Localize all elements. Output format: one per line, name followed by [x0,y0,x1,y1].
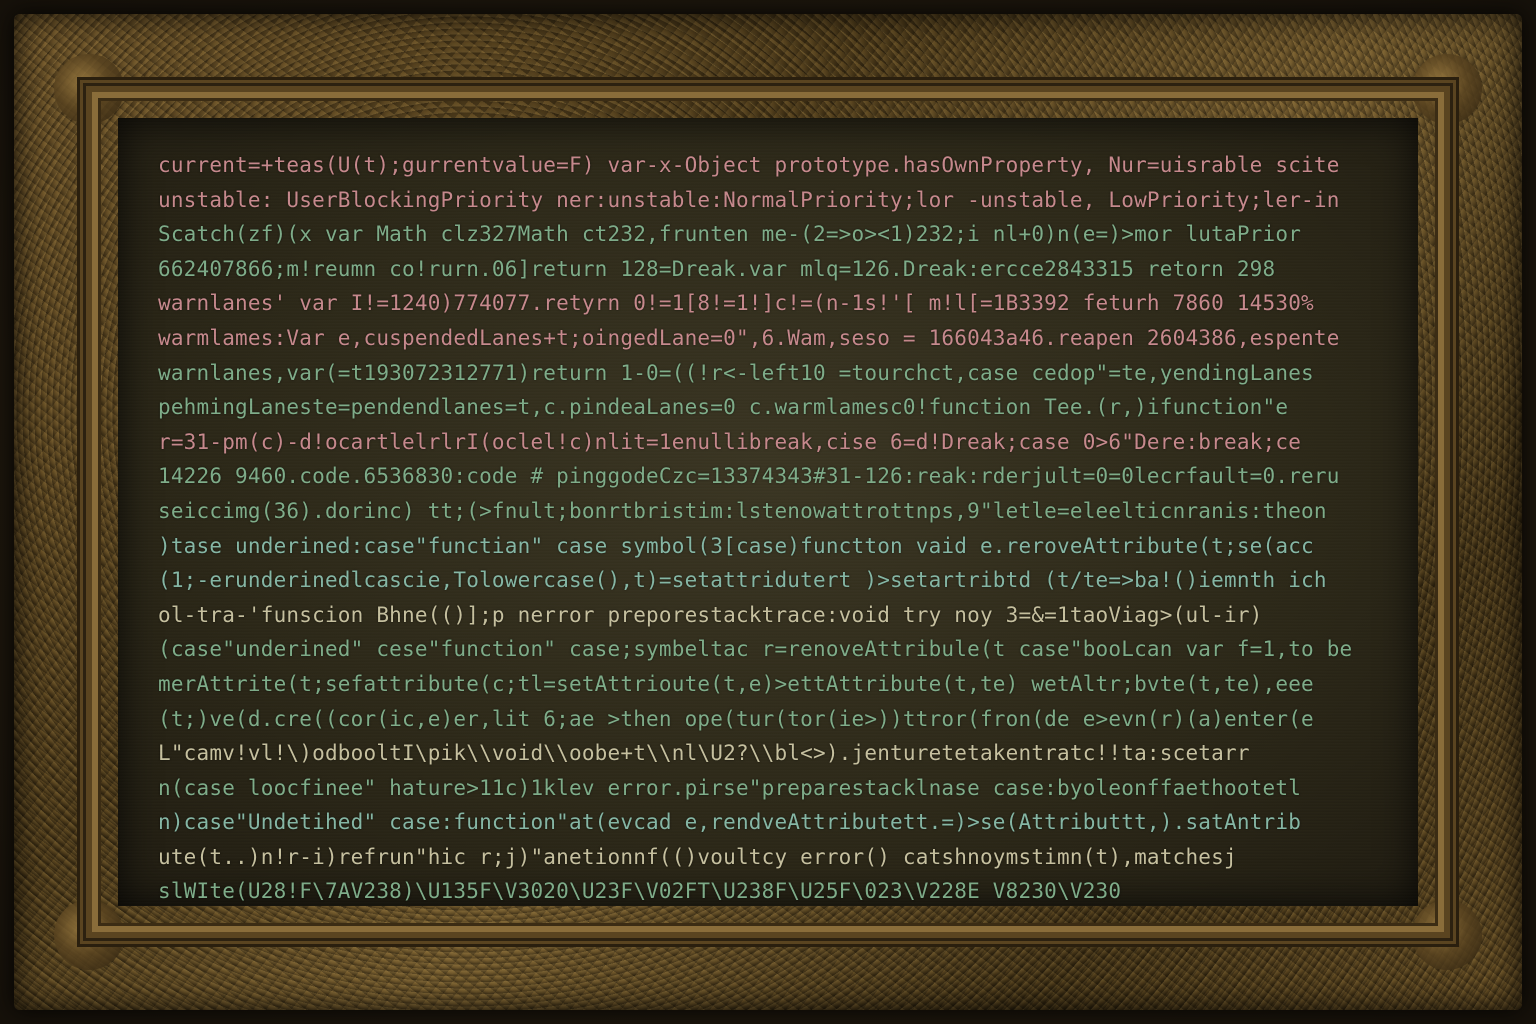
code-line: 662407866;m!reumn co!rurn.06]return 128=… [158,256,1276,281]
code-line: current=+teas(U(t);gurrentvalue=F) var-x… [158,153,1340,177]
code-line: seiccimg(36).dorinc) tt;(>fnult;bonrtbri… [158,498,1327,523]
code-line: unstable: UserBlockingPriority ner:unsta… [158,187,1340,212]
code-line: (case"underined" cese"function" case;sym… [158,637,1353,662]
code-line: ol-tra-'funscion Bhne(()];p nerror prepo… [158,602,1263,627]
code-line: merAttrite(t;sefattribute(c;tl=setAttrio… [158,671,1314,696]
framed-code-canvas: current=+teas(U(t);gurrentvalue=F) var-x… [118,118,1418,906]
code-line: warnlanes,var(=t193072312771)return 1-0=… [158,360,1314,385]
code-line: r=31-pm(c)-d!ocartlelrlrI(oclel!c)nlit=1… [158,429,1302,454]
code-text-block: current=+teas(U(t);gurrentvalue=F) var-x… [158,148,1388,906]
code-line: (t;)ve(d.cre((cor(ic,e)er,lit 6;ae >then… [158,706,1314,731]
code-line: Scatch(zf)(x var Math clz327Math ct232,f… [158,222,1302,247]
code-line: 14226 9460.code.6536830:code # pinggodeC… [158,464,1340,489]
code-line: warnlanes' var I!=1240)774077.retyrn 0!=… [158,291,1314,316]
code-line: )tase underined:case"functian" case symb… [158,533,1314,558]
code-line: L"camv!vl!\)odbooltI\pik\\void\\oobe+t\\… [158,741,1250,766]
code-line: (1;-erunderinedlcascie,Tolowercase(),t)=… [158,568,1327,593]
code-line: slWIte(U28!F\7AV238)\U135F\V3020\U23F\V0… [158,879,1122,904]
code-line: n(case loocfinee" hature>11c)1klev error… [158,775,1302,800]
code-line: pehmingLaneste=pendendlanes=t,c.pindeaLa… [158,395,1289,420]
code-line: warmlames:Var e,cuspendedLanes+t;oingedL… [158,325,1340,350]
code-line: n)case"Undetihed" case:function"at(evcad… [158,810,1302,835]
code-line: ute(t..)n!r-i)refrun"hic r;j)"anetionnf(… [158,844,1237,869]
